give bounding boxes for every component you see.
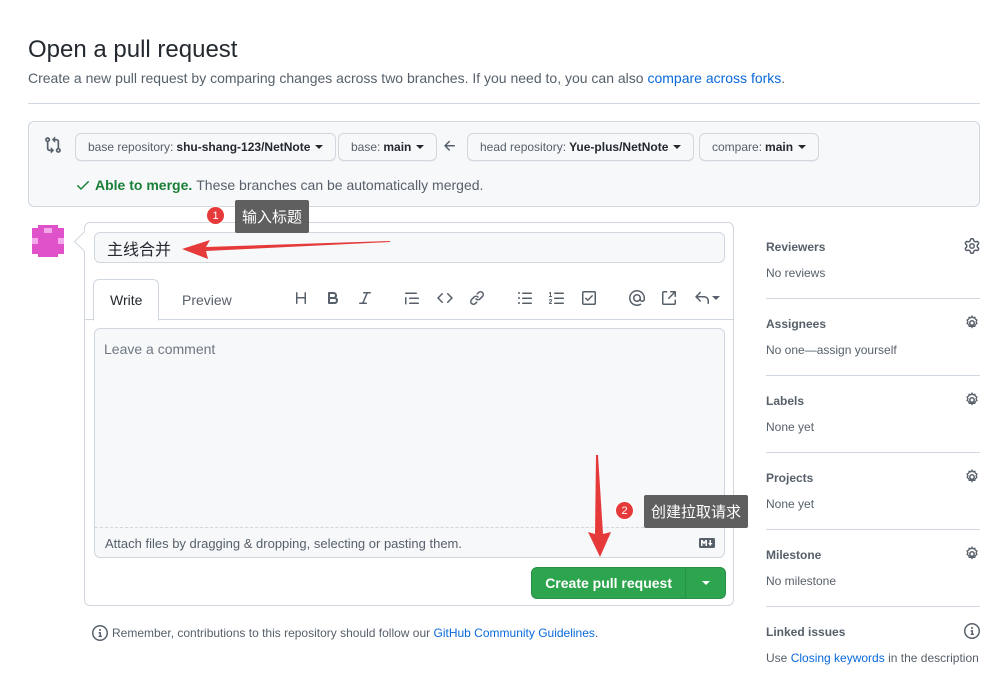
pull-request-form: Write Preview Leave a comment Att bbox=[84, 222, 734, 606]
tab-write[interactable]: Write bbox=[93, 279, 160, 321]
base-branch-select[interactable]: base: main bbox=[338, 133, 438, 161]
unordered-list-icon[interactable] bbox=[514, 287, 536, 309]
git-compare-icon bbox=[45, 136, 61, 154]
base-repo-value: shu-shang-123/NetNote bbox=[176, 140, 311, 154]
step-1-callout: 输入标题 bbox=[235, 200, 310, 233]
avatar[interactable] bbox=[29, 222, 67, 260]
page-title: Open a pull request bbox=[28, 36, 238, 63]
sidebar-assignees: Assignees No one—assign yourself bbox=[766, 315, 980, 376]
compare-label: compare: bbox=[712, 140, 763, 154]
guidelines-end: . bbox=[594, 626, 599, 640]
sidebar-reviewers: Reviewers No reviews bbox=[766, 238, 980, 299]
tab-preview[interactable]: Preview bbox=[166, 279, 248, 320]
step-2-badge: 2 bbox=[615, 501, 634, 520]
page-subtitle: Create a new pull request by comparing c… bbox=[28, 70, 785, 86]
assignees-value[interactable]: No one—assign yourself bbox=[766, 343, 897, 357]
pr-title-input[interactable] bbox=[94, 232, 725, 263]
base-value: main bbox=[383, 140, 412, 154]
base-repo-label: base repository: bbox=[88, 140, 174, 154]
compare-box: base repository: shu-shang-123/NetNote ba… bbox=[28, 121, 980, 207]
merge-ok-text: Able to merge. bbox=[95, 177, 193, 193]
reply-icon[interactable] bbox=[692, 287, 722, 309]
info-icon[interactable] bbox=[964, 623, 980, 639]
bold-icon[interactable] bbox=[322, 287, 344, 309]
attach-files-bar[interactable]: Attach files by dragging & dropping, sel… bbox=[95, 527, 724, 557]
assignees-title: Assignees bbox=[766, 317, 827, 331]
gear-icon[interactable] bbox=[964, 315, 980, 331]
ordered-list-icon[interactable] bbox=[546, 287, 568, 309]
linked-issues-value: Use Closing keywords in the description bbox=[766, 651, 979, 665]
markdown-icon[interactable] bbox=[699, 538, 715, 548]
divider bbox=[28, 103, 980, 104]
head-repo-value: Yue-plus/NetNote bbox=[569, 140, 669, 154]
italic-icon[interactable] bbox=[354, 287, 376, 309]
caret-down-icon bbox=[416, 145, 425, 149]
reviewers-value: No reviews bbox=[766, 266, 826, 280]
base-label: base: bbox=[351, 140, 381, 154]
guidelines-text: Remember, contributions to this reposito… bbox=[112, 626, 431, 640]
step-1-badge: 1 bbox=[206, 206, 225, 225]
caret-down-icon bbox=[712, 296, 720, 300]
mention-icon[interactable] bbox=[626, 287, 648, 309]
create-pull-request-button[interactable]: Create pull request bbox=[531, 567, 726, 599]
check-icon bbox=[77, 181, 89, 190]
comment-textarea[interactable]: Leave a comment Attach files by dragging… bbox=[94, 328, 725, 558]
milestone-value: No milestone bbox=[766, 574, 837, 588]
subtitle-text: Create a new pull request by comparing c… bbox=[28, 70, 644, 86]
gear-icon[interactable] bbox=[964, 546, 980, 562]
merge-status: Able to merge. These branches can be aut… bbox=[75, 177, 483, 193]
guidelines-note: Remember, contributions to this reposito… bbox=[92, 625, 598, 641]
caret-down-icon bbox=[315, 145, 324, 149]
milestone-title: Milestone bbox=[766, 548, 822, 562]
gear-icon[interactable] bbox=[964, 469, 980, 485]
labels-title: Labels bbox=[766, 394, 805, 408]
caret-down-icon bbox=[798, 145, 807, 149]
sidebar-labels: Labels None yet bbox=[766, 392, 980, 453]
attach-files-text: Attach files by dragging & dropping, sel… bbox=[105, 536, 462, 551]
info-icon bbox=[92, 625, 108, 641]
arrow-left-icon bbox=[444, 140, 455, 151]
link-icon[interactable] bbox=[466, 287, 488, 309]
compare-across-forks-link[interactable]: compare across forks bbox=[647, 70, 781, 86]
task-list-icon[interactable] bbox=[578, 287, 600, 309]
gear-icon[interactable] bbox=[964, 238, 980, 254]
reviewers-title: Reviewers bbox=[766, 240, 826, 254]
caret-down-icon bbox=[673, 145, 682, 149]
create-pull-request-label: Create pull request bbox=[545, 575, 673, 591]
quote-icon[interactable] bbox=[401, 287, 423, 309]
caret-down-icon bbox=[701, 581, 710, 585]
head-repository-select[interactable]: head repository: Yue-plus/NetNote bbox=[467, 133, 695, 161]
gear-icon[interactable] bbox=[964, 392, 980, 408]
head-repo-label: head repository: bbox=[480, 140, 567, 154]
create-options-dropdown[interactable] bbox=[685, 568, 725, 598]
sidebar-projects: Projects None yet bbox=[766, 469, 980, 530]
linked-post: in the description bbox=[888, 651, 979, 665]
projects-title: Projects bbox=[766, 471, 814, 485]
merge-desc-text: These branches can be automatically merg… bbox=[196, 177, 484, 193]
projects-value: None yet bbox=[766, 497, 815, 511]
heading-icon[interactable] bbox=[290, 287, 312, 309]
comment-placeholder: Leave a comment bbox=[104, 341, 216, 357]
code-icon[interactable] bbox=[434, 287, 456, 309]
linked-issues-title: Linked issues bbox=[766, 625, 846, 639]
sidebar-linked-issues: Linked issues Use Closing keywords in th… bbox=[766, 623, 980, 676]
closing-keywords-link[interactable]: Closing keywords bbox=[791, 651, 885, 665]
step-2-callout: 创建拉取请求 bbox=[644, 495, 749, 528]
reference-icon[interactable] bbox=[658, 287, 680, 309]
base-repository-select[interactable]: base repository: shu-shang-123/NetNote bbox=[75, 133, 337, 161]
labels-value: None yet bbox=[766, 420, 815, 434]
compare-value: main bbox=[765, 140, 794, 154]
compare-branch-select[interactable]: compare: main bbox=[699, 133, 820, 161]
subtitle-end: . bbox=[781, 70, 786, 86]
sidebar-milestone: Milestone No milestone bbox=[766, 546, 980, 607]
community-guidelines-link[interactable]: GitHub Community Guidelines bbox=[434, 626, 595, 640]
linked-pre: Use bbox=[766, 651, 788, 665]
